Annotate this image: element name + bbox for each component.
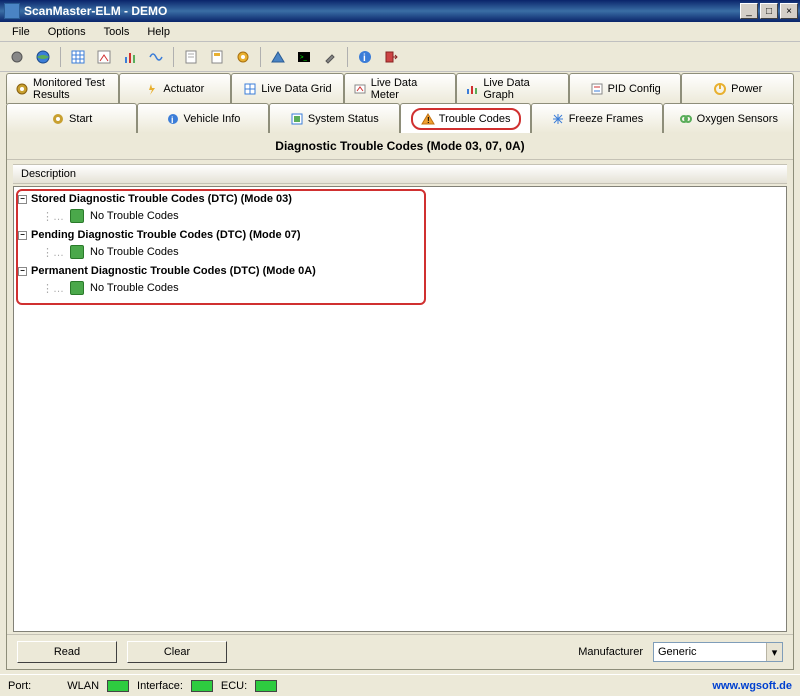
toolbar-graph-icon[interactable] [119, 46, 141, 68]
tree-child-label[interactable]: No Trouble Codes [90, 246, 179, 258]
start-icon [51, 112, 65, 126]
tab-vehicle-info[interactable]: i Vehicle Info [137, 103, 268, 133]
toolbar-triangle-icon[interactable] [267, 46, 289, 68]
toolbar: >_ i [0, 42, 800, 72]
menu-tools[interactable]: Tools [96, 24, 138, 40]
oxygen-icon [679, 112, 693, 126]
menu-file[interactable]: File [4, 24, 38, 40]
tabs-row-1: Monitored Test Results Actuator Live Dat… [0, 72, 800, 103]
tree-child-label[interactable]: No Trouble Codes [90, 282, 179, 294]
dropdown-icon[interactable]: ▾ [766, 643, 782, 661]
menu-help[interactable]: Help [139, 24, 178, 40]
toolbar-doc1-icon[interactable] [180, 46, 202, 68]
grid-icon [243, 82, 257, 96]
tab-monitored-results[interactable]: Monitored Test Results [6, 73, 119, 104]
meter-icon [353, 82, 367, 96]
tabs-row-2: Start i Vehicle Info System Status ! Tro… [0, 102, 800, 132]
tree-group-stored: − Stored Diagnostic Trouble Codes (DTC) … [18, 191, 782, 225]
tab-live-graph[interactable]: Live Data Graph [456, 73, 569, 104]
status-wlan-label: WLAN [67, 680, 99, 692]
code-icon [70, 245, 84, 259]
graph-icon [465, 82, 479, 96]
panel-title: Diagnostic Trouble Codes (Mode 03, 07, 0… [7, 133, 793, 160]
toolbar-terminal-icon[interactable]: >_ [293, 46, 315, 68]
close-button[interactable]: × [780, 3, 798, 19]
manufacturer-value: Generic [654, 646, 766, 658]
minimize-button[interactable]: _ [740, 3, 758, 19]
status-interface-label: Interface: [137, 680, 183, 692]
read-button[interactable]: Read [17, 641, 117, 663]
tab-live-grid[interactable]: Live Data Grid [231, 73, 344, 104]
toolbar-info-icon[interactable]: i [354, 46, 376, 68]
tab-oxygen-sensors[interactable]: Oxygen Sensors [663, 103, 794, 133]
tree-line: ⋮… [42, 210, 64, 223]
tree-label[interactable]: Pending Diagnostic Trouble Codes (DTC) (… [31, 229, 301, 241]
svg-text:!: ! [427, 116, 430, 125]
code-icon [70, 209, 84, 223]
collapse-icon[interactable]: − [18, 195, 27, 204]
clear-button[interactable]: Clear [127, 641, 227, 663]
tab-live-meter[interactable]: Live Data Meter [344, 73, 457, 104]
toolbar-exit-icon[interactable] [380, 46, 402, 68]
status-icon [290, 112, 304, 126]
toolbar-grid-icon[interactable] [67, 46, 89, 68]
status-ecu-label: ECU: [221, 680, 247, 692]
main-panel: Diagnostic Trouble Codes (Mode 03, 07, 0… [6, 132, 794, 670]
column-header[interactable]: Description [13, 164, 787, 184]
bolt-icon [145, 82, 159, 96]
toolbar-gear-icon[interactable] [232, 46, 254, 68]
tree-label[interactable]: Permanent Diagnostic Trouble Codes (DTC)… [31, 265, 316, 277]
ecu-indicator [255, 680, 277, 692]
snowflake-icon [551, 112, 565, 126]
toolbar-tool-icon[interactable] [319, 46, 341, 68]
maximize-button[interactable]: □ [760, 3, 778, 19]
tab-start[interactable]: Start [6, 103, 137, 133]
titlebar: ScanMaster-ELM - DEMO _ □ × [0, 0, 800, 22]
tree-label[interactable]: Stored Diagnostic Trouble Codes (DTC) (M… [31, 193, 292, 205]
toolbar-connect-icon[interactable] [6, 46, 28, 68]
svg-text:i: i [363, 53, 366, 64]
tab-pid-config[interactable]: PID Config [569, 73, 682, 104]
interface-indicator [191, 680, 213, 692]
toolbar-wave-icon[interactable] [145, 46, 167, 68]
app-icon [4, 3, 20, 19]
code-icon [70, 281, 84, 295]
tree-line: ⋮… [42, 246, 64, 259]
collapse-icon[interactable]: − [18, 267, 27, 276]
collapse-icon[interactable]: − [18, 231, 27, 240]
toolbar-globe-icon[interactable] [32, 46, 54, 68]
tree-child-label[interactable]: No Trouble Codes [90, 210, 179, 222]
tree-line: ⋮… [42, 282, 64, 295]
gear-icon [15, 82, 29, 96]
tab-freeze-frames[interactable]: Freeze Frames [531, 103, 662, 133]
info-icon: i [166, 112, 180, 126]
wlan-indicator [107, 680, 129, 692]
config-icon [590, 82, 604, 96]
tree-group-permanent: − Permanent Diagnostic Trouble Codes (DT… [18, 263, 782, 297]
toolbar-meter-icon[interactable] [93, 46, 115, 68]
status-port-label: Port: [8, 680, 31, 692]
website-link[interactable]: www.wgsoft.de [712, 680, 792, 692]
tab-power[interactable]: Power [681, 73, 794, 104]
window-title: ScanMaster-ELM - DEMO [24, 4, 740, 18]
svg-text:i: i [171, 115, 174, 125]
menu-options[interactable]: Options [40, 24, 94, 40]
tree-area: − Stored Diagnostic Trouble Codes (DTC) … [13, 186, 787, 632]
tab-system-status[interactable]: System Status [269, 103, 400, 133]
tab-actuator[interactable]: Actuator [119, 73, 232, 104]
menubar: File Options Tools Help [0, 22, 800, 42]
tree-group-pending: − Pending Diagnostic Trouble Codes (DTC)… [18, 227, 782, 261]
toolbar-doc2-icon[interactable] [206, 46, 228, 68]
manufacturer-select[interactable]: Generic ▾ [653, 642, 783, 662]
bottom-bar: Read Clear Manufacturer Generic ▾ [7, 634, 793, 669]
manufacturer-label: Manufacturer [578, 646, 643, 658]
power-icon [713, 82, 727, 96]
svg-text:>_: >_ [300, 55, 308, 61]
warning-icon: ! [421, 112, 435, 126]
tab-trouble-codes[interactable]: ! Trouble Codes [400, 103, 531, 133]
statusbar: Port: WLAN Interface: ECU: www.wgsoft.de [0, 674, 800, 696]
